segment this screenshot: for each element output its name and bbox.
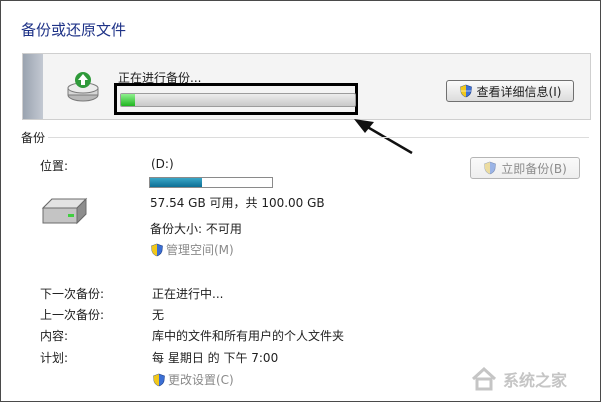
section-title-backup: 备份 — [21, 129, 50, 146]
section-divider — [48, 137, 589, 138]
manage-space-link[interactable]: 管理空间(M) — [150, 241, 234, 258]
view-details-label: 查看详细信息(I) — [476, 84, 562, 99]
change-settings-link[interactable]: 更改设置(C) — [152, 371, 234, 388]
watermark-text: 系统之家 — [503, 371, 568, 390]
disk-space-text: 57.54 GB 可用，共 100.00 GB — [150, 196, 325, 210]
backup-progress-fill — [121, 94, 136, 106]
next-backup-value: 正在进行中... — [152, 287, 224, 301]
uac-shield-icon — [459, 84, 472, 98]
schedule-value: 每 星期日 的 下午 7:00 — [152, 351, 279, 365]
disk-usage-bar — [149, 177, 273, 188]
uac-shield-icon — [151, 243, 163, 256]
next-backup-label: 下一次备份: — [40, 287, 105, 301]
backup-drive-icon — [67, 72, 99, 102]
watermark-logo: 系统之家 — [470, 360, 598, 398]
status-strip — [23, 54, 43, 119]
page-title: 备份或还原文件 — [21, 21, 127, 39]
location-label: 位置: — [40, 159, 69, 173]
backup-now-button[interactable]: 立即备份(B) — [470, 157, 580, 179]
annotation-arrow — [354, 119, 413, 155]
backup-progress-bar — [120, 93, 356, 107]
watermark-house-icon — [471, 366, 497, 391]
change-settings-label: 更改设置(C) — [168, 373, 234, 387]
uac-shield-icon — [484, 161, 497, 175]
manage-space-label: 管理空间(M) — [166, 243, 234, 257]
schedule-label: 计划: — [40, 351, 69, 365]
last-backup-label: 上一次备份: — [40, 308, 105, 322]
backup-size-text: 备份大小: 不可用 — [150, 222, 242, 236]
contents-label: 内容: — [40, 329, 69, 343]
view-details-button[interactable]: 查看详细信息(I) — [446, 80, 574, 102]
backup-status-panel: 正在进行备份... 查看详细信息(I) — [22, 53, 591, 120]
backup-now-label: 立即备份(B) — [501, 161, 567, 176]
uac-shield-icon — [153, 373, 165, 386]
drive-name: (D:) — [151, 157, 174, 171]
hard-drive-icon — [41, 197, 88, 225]
disk-usage-fill — [150, 178, 202, 187]
progress-highlight-box — [114, 83, 358, 115]
last-backup-value: 无 — [152, 308, 165, 322]
contents-value: 库中的文件和所有用户的个人文件夹 — [152, 329, 345, 343]
